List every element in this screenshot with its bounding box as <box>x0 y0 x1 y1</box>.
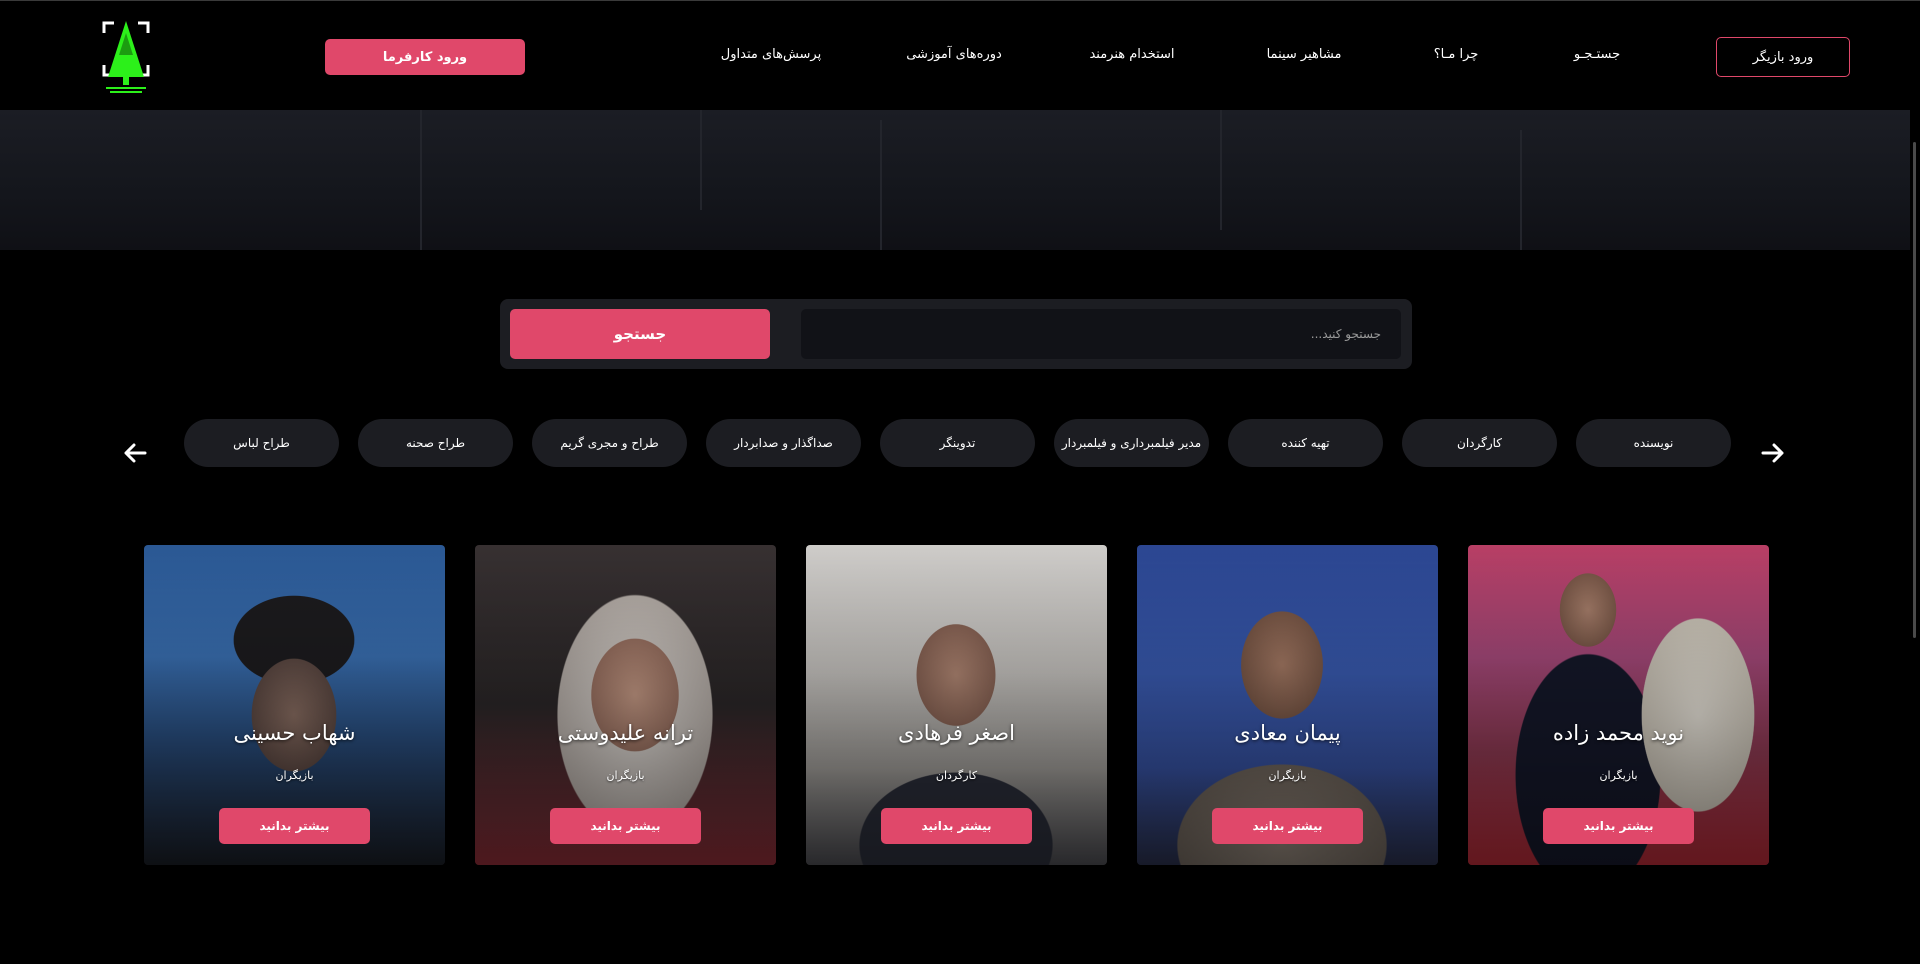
person-role: بازیگران <box>606 769 645 782</box>
hero-backdrop-stand <box>1520 130 1522 250</box>
person-card[interactable]: ترانه علیدوستی بازیگران بیشتر بدانید <box>475 545 776 865</box>
person-name: ترانه علیدوستی <box>557 721 694 745</box>
actor-login-button[interactable]: ورود بازیگر <box>1716 37 1850 77</box>
scrollbar-thumb[interactable] <box>1913 142 1916 638</box>
person-role: بازیگران <box>1599 769 1638 782</box>
learn-more-button[interactable]: بیشتر بدانید <box>550 808 701 844</box>
learn-more-button[interactable]: بیشتر بدانید <box>1543 808 1694 844</box>
site-header: ورود کارفرما پرسش‌های متداول دوره‌های آم… <box>0 0 1920 110</box>
hero-banner <box>0 110 1910 250</box>
person-card[interactable]: شهاب حسینی بازیگران بیشتر بدانید <box>144 545 445 865</box>
category-next-arrow[interactable] <box>1758 438 1788 468</box>
hero-backdrop-stand <box>420 110 422 250</box>
arrow-left-icon <box>124 443 147 463</box>
learn-more-button[interactable]: بیشتر بدانید <box>1212 808 1363 844</box>
person-name: نوید محمد زاده <box>1552 721 1685 745</box>
learn-more-button[interactable]: بیشتر بدانید <box>219 808 370 844</box>
arrow-right-icon <box>1761 443 1784 463</box>
category-chip-writer[interactable]: نویسنده <box>1576 419 1731 467</box>
category-chip-makeup-artist[interactable]: طراح و مجری گریم <box>532 419 687 467</box>
person-card[interactable]: اصغر فرهادی کارگردان بیشتر بدانید <box>806 545 1107 865</box>
nav-link-why-us[interactable]: چرا مـا؟ <box>1434 47 1479 62</box>
site-logo-icon[interactable] <box>102 19 150 95</box>
nav-link-courses[interactable]: دوره‌های آموزشی <box>906 47 1002 62</box>
nav-link-search[interactable]: جستـجـو <box>1574 47 1620 62</box>
person-card[interactable]: پیمان معادی بازیگران بیشتر بدانید <box>1137 545 1438 865</box>
person-name: شهاب حسینی <box>233 721 356 745</box>
hero-backdrop-stand <box>700 110 702 210</box>
category-chip-costume-designer[interactable]: طراح لباس <box>184 419 339 467</box>
category-chip-cinematographer[interactable]: مدیر فیلمبرداری و فیلمبردار <box>1054 419 1209 467</box>
hero-backdrop-stand <box>880 120 882 250</box>
page-scrollbar[interactable] <box>1910 110 1920 964</box>
person-name: اصغر فرهادی <box>898 721 1015 745</box>
person-name: پیمان معادی <box>1234 721 1341 745</box>
category-chip-editor[interactable]: تدوینگر <box>880 419 1035 467</box>
nav-link-faq[interactable]: پرسش‌های متداول <box>721 47 821 62</box>
category-chip-set-designer[interactable]: طراح صحنه <box>358 419 513 467</box>
search-input[interactable] <box>801 309 1401 359</box>
search-bar: جستجو <box>500 299 1412 369</box>
category-prev-arrow[interactable] <box>120 438 150 468</box>
learn-more-button[interactable]: بیشتر بدانید <box>881 808 1032 844</box>
category-chip-producer[interactable]: تهیه کننده <box>1228 419 1383 467</box>
person-role: کارگردان <box>935 769 978 782</box>
person-role: بازیگران <box>1268 769 1307 782</box>
person-role: بازیگران <box>275 769 314 782</box>
search-button[interactable]: جستجو <box>510 309 770 359</box>
category-chip-sound-designer[interactable]: صداگذار و صدابردار <box>706 419 861 467</box>
category-chip-director[interactable]: کارگردان <box>1402 419 1557 467</box>
employer-login-button[interactable]: ورود کارفرما <box>325 39 525 75</box>
person-card[interactable]: نوید محمد زاده بازیگران بیشتر بدانید <box>1468 545 1769 865</box>
hero-backdrop-stand <box>1220 110 1222 230</box>
nav-link-celebrities[interactable]: مشاهیر سینما <box>1267 47 1342 62</box>
nav-link-hire-artist[interactable]: استخدام هنرمند <box>1089 47 1174 62</box>
